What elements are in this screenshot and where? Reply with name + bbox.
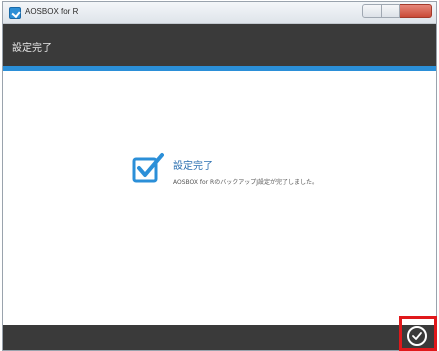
completion-title: 設定完了 bbox=[173, 161, 213, 172]
page-header: 設定完了 bbox=[3, 24, 436, 66]
close-button[interactable] bbox=[400, 4, 432, 18]
maximize-button[interactable] bbox=[382, 4, 400, 18]
done-button[interactable] bbox=[407, 326, 427, 346]
title-bar[interactable]: AOSBOX for R bbox=[3, 2, 436, 24]
app-window: AOSBOX for R 設定完了 設定完了 AOSBOX for Rのバックア… bbox=[2, 1, 437, 351]
main-content: 設定完了 AOSBOX for RのバックアップJ設定が完了しました。 bbox=[3, 71, 436, 325]
completion-message: AOSBOX for RのバックアップJ設定が完了しました。 bbox=[173, 179, 318, 186]
app-logo-icon bbox=[9, 7, 21, 19]
circle-check-icon bbox=[412, 332, 422, 340]
footer-bar bbox=[3, 325, 436, 350]
window-controls bbox=[362, 4, 432, 18]
minimize-button[interactable] bbox=[362, 4, 382, 18]
checkbox-check-icon bbox=[132, 153, 164, 183]
page-title: 設定完了 bbox=[12, 43, 52, 54]
window-title: AOSBOX for R bbox=[25, 7, 79, 16]
